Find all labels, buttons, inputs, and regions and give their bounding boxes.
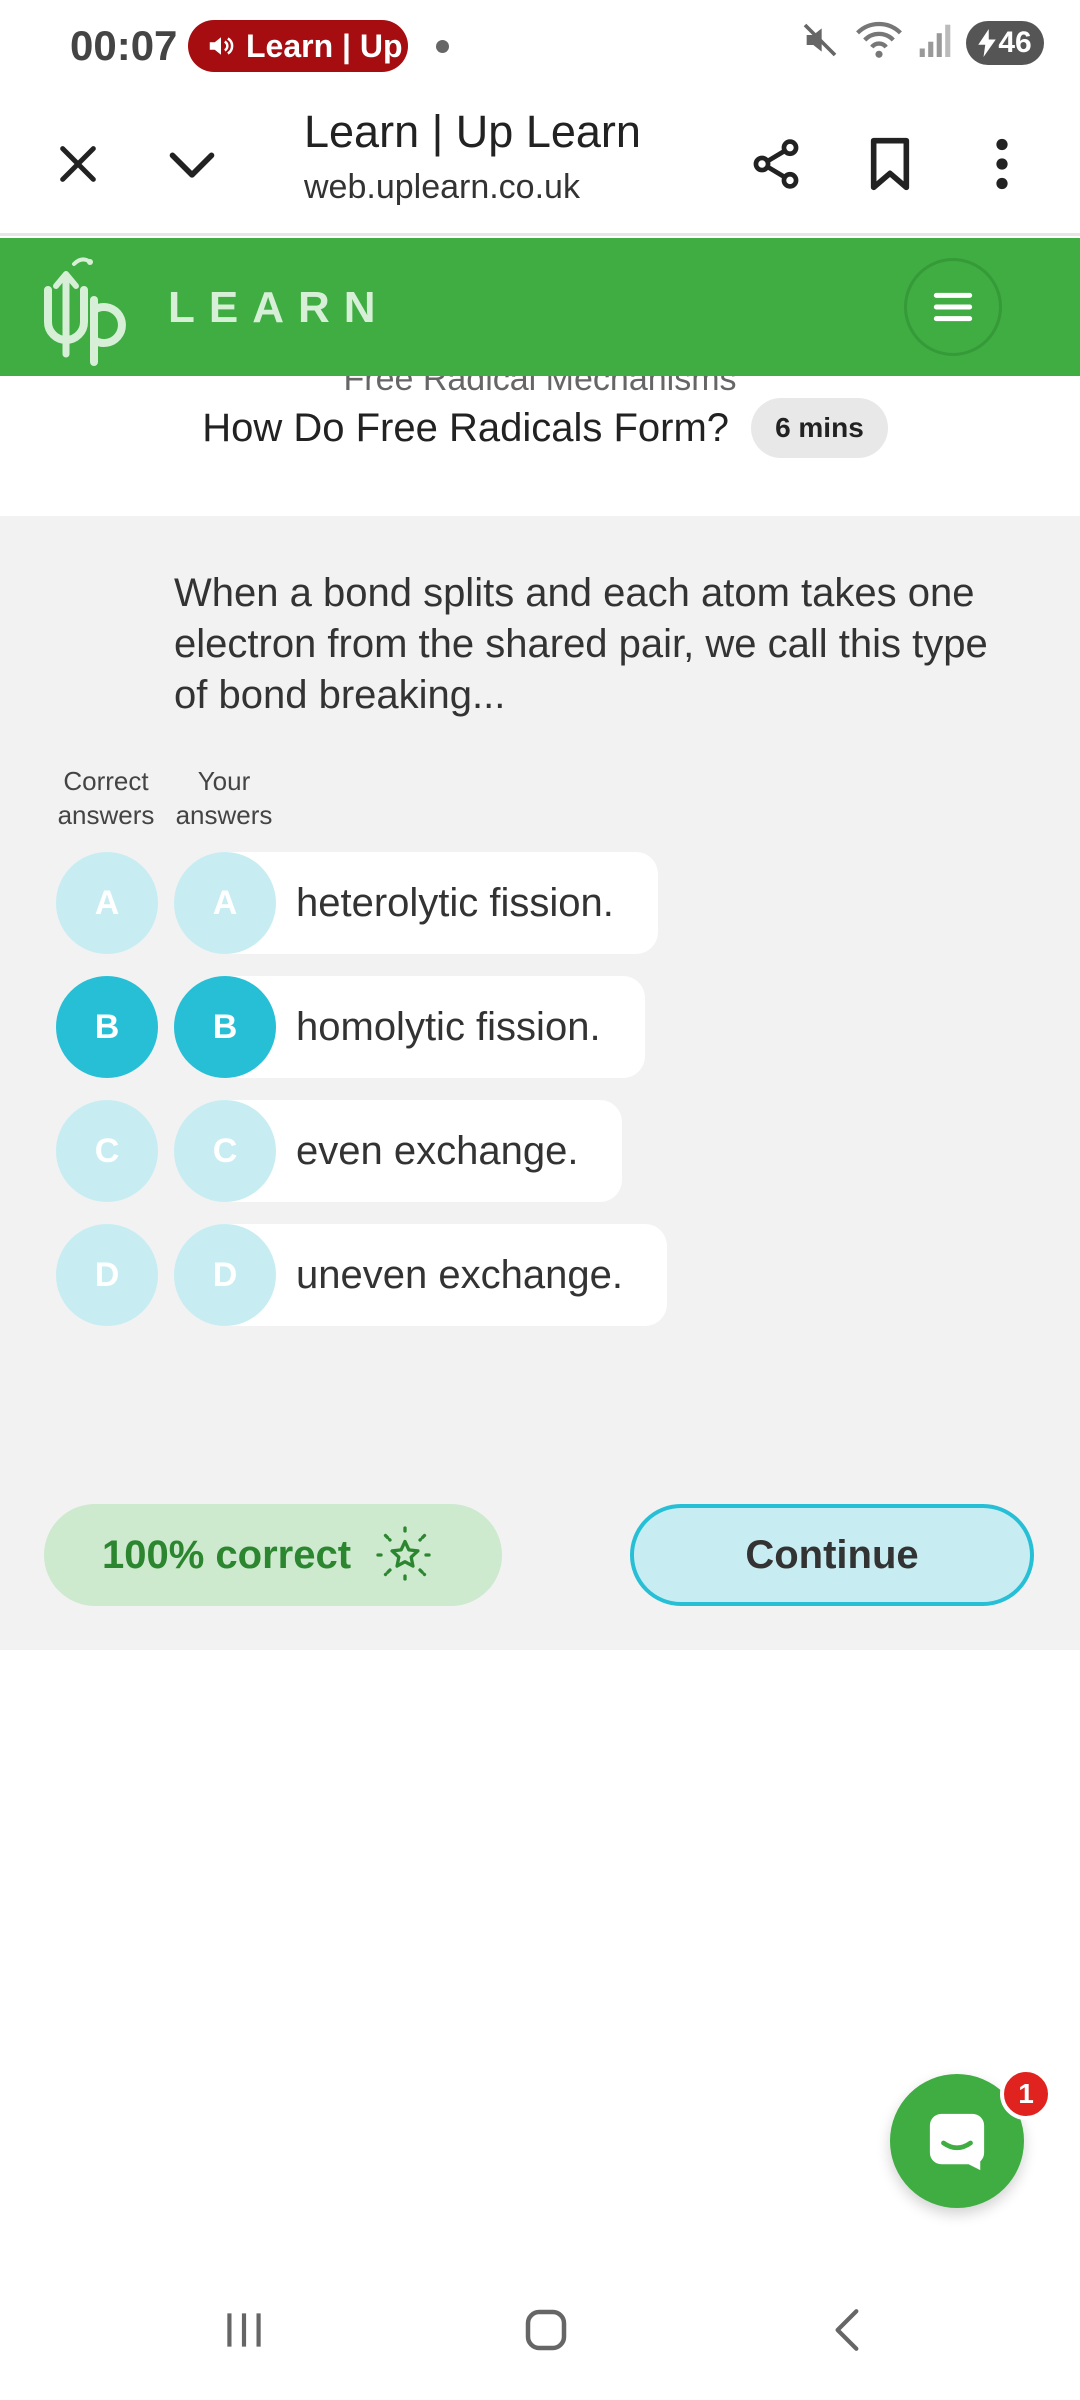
close-icon[interactable] bbox=[40, 126, 116, 202]
question-text: When a bond splits and each atom takes o… bbox=[174, 571, 988, 717]
battery-indicator: 46 bbox=[966, 20, 1044, 65]
signal-icon bbox=[918, 20, 952, 65]
answer-text[interactable]: uneven exchange. bbox=[226, 1224, 667, 1326]
your-answer-marker[interactable]: B bbox=[174, 976, 276, 1078]
answer-option-c[interactable]: C C even exchange. bbox=[0, 1100, 1080, 1204]
page-title: Learn | Up Learn bbox=[304, 106, 641, 157]
mute-icon bbox=[800, 20, 840, 65]
duration-badge: 6 mins bbox=[751, 398, 888, 458]
battery-level: 46 bbox=[998, 25, 1032, 59]
system-nav-bar bbox=[0, 2264, 1080, 2400]
continue-button[interactable]: Continue bbox=[630, 1504, 1034, 1606]
hamburger-menu-button[interactable] bbox=[904, 258, 1002, 356]
star-burst-icon bbox=[376, 1526, 434, 1584]
media-playing-pill[interactable]: Learn | Up bbox=[188, 20, 408, 72]
hamburger-icon bbox=[933, 292, 973, 322]
chevron-down-icon[interactable] bbox=[154, 126, 230, 202]
correct-answers-header: Correct answers bbox=[57, 766, 155, 830]
chat-notification-badge: 1 bbox=[1000, 2068, 1052, 2120]
your-answers-header: Your answers bbox=[175, 766, 273, 830]
answer-text[interactable]: heterolytic fission. bbox=[226, 852, 658, 954]
status-icons: 46 bbox=[800, 20, 1044, 65]
charging-icon bbox=[978, 28, 997, 57]
status-bar: 00:07 Learn | Up 46 bbox=[0, 0, 1080, 92]
lesson-title: How Do Free Radicals Form? bbox=[202, 405, 730, 450]
correct-answer-marker: D bbox=[56, 1224, 158, 1326]
uplearn-logo[interactable]: Up LEARN bbox=[38, 250, 390, 366]
wifi-icon bbox=[854, 20, 904, 65]
your-answer-marker[interactable]: C bbox=[174, 1100, 276, 1202]
answer-option-a[interactable]: A A heterolytic fission. bbox=[0, 852, 1080, 956]
more-options-icon[interactable] bbox=[964, 126, 1040, 202]
answer-text[interactable]: homolytic fission. bbox=[226, 976, 645, 1078]
speaker-icon bbox=[206, 31, 236, 61]
browser-toolbar: Learn | Up Learn web.uplearn.co.uk bbox=[0, 92, 1080, 236]
score-text: 100% correct bbox=[102, 1532, 352, 1577]
share-icon[interactable] bbox=[738, 126, 814, 202]
page-url[interactable]: web.uplearn.co.uk bbox=[304, 168, 580, 207]
correct-answer-marker: B bbox=[56, 976, 158, 1078]
home-icon[interactable] bbox=[496, 2290, 596, 2370]
your-answer-marker[interactable]: D bbox=[174, 1224, 276, 1326]
answer-text[interactable]: even exchange. bbox=[226, 1100, 623, 1202]
back-icon[interactable] bbox=[798, 2290, 898, 2370]
your-answer-marker[interactable]: A bbox=[174, 852, 276, 954]
site-header: Up LEARN bbox=[0, 238, 1080, 376]
correct-answer-marker: C bbox=[56, 1100, 158, 1202]
lesson-section-title: Free Radical Mechanisms bbox=[343, 376, 737, 398]
logo-learn-text: LEARN bbox=[168, 283, 390, 332]
status-time: 00:07 bbox=[70, 22, 178, 69]
logo-up-mark-icon bbox=[44, 257, 126, 366]
answer-option-b[interactable]: B B homolytic fission. bbox=[0, 976, 1080, 1080]
lesson-title-row: How Do Free Radicals Form? 6 mins bbox=[0, 398, 1080, 458]
chat-icon bbox=[929, 2113, 985, 2171]
notification-dot-icon bbox=[436, 40, 449, 53]
media-label: Learn | Up bbox=[246, 27, 403, 64]
recent-apps-icon[interactable] bbox=[194, 2290, 294, 2370]
correct-answer-marker: A bbox=[56, 852, 158, 954]
lesson-header: Free Radical Mechanisms How Do Free Radi… bbox=[0, 376, 1080, 516]
answer-option-d[interactable]: D D uneven exchange. bbox=[0, 1224, 1080, 1328]
score-badge: 100% correct bbox=[44, 1504, 502, 1606]
bookmark-icon[interactable] bbox=[852, 126, 928, 202]
quiz-area: When a bond splits and each atom takes o… bbox=[0, 516, 1080, 1650]
